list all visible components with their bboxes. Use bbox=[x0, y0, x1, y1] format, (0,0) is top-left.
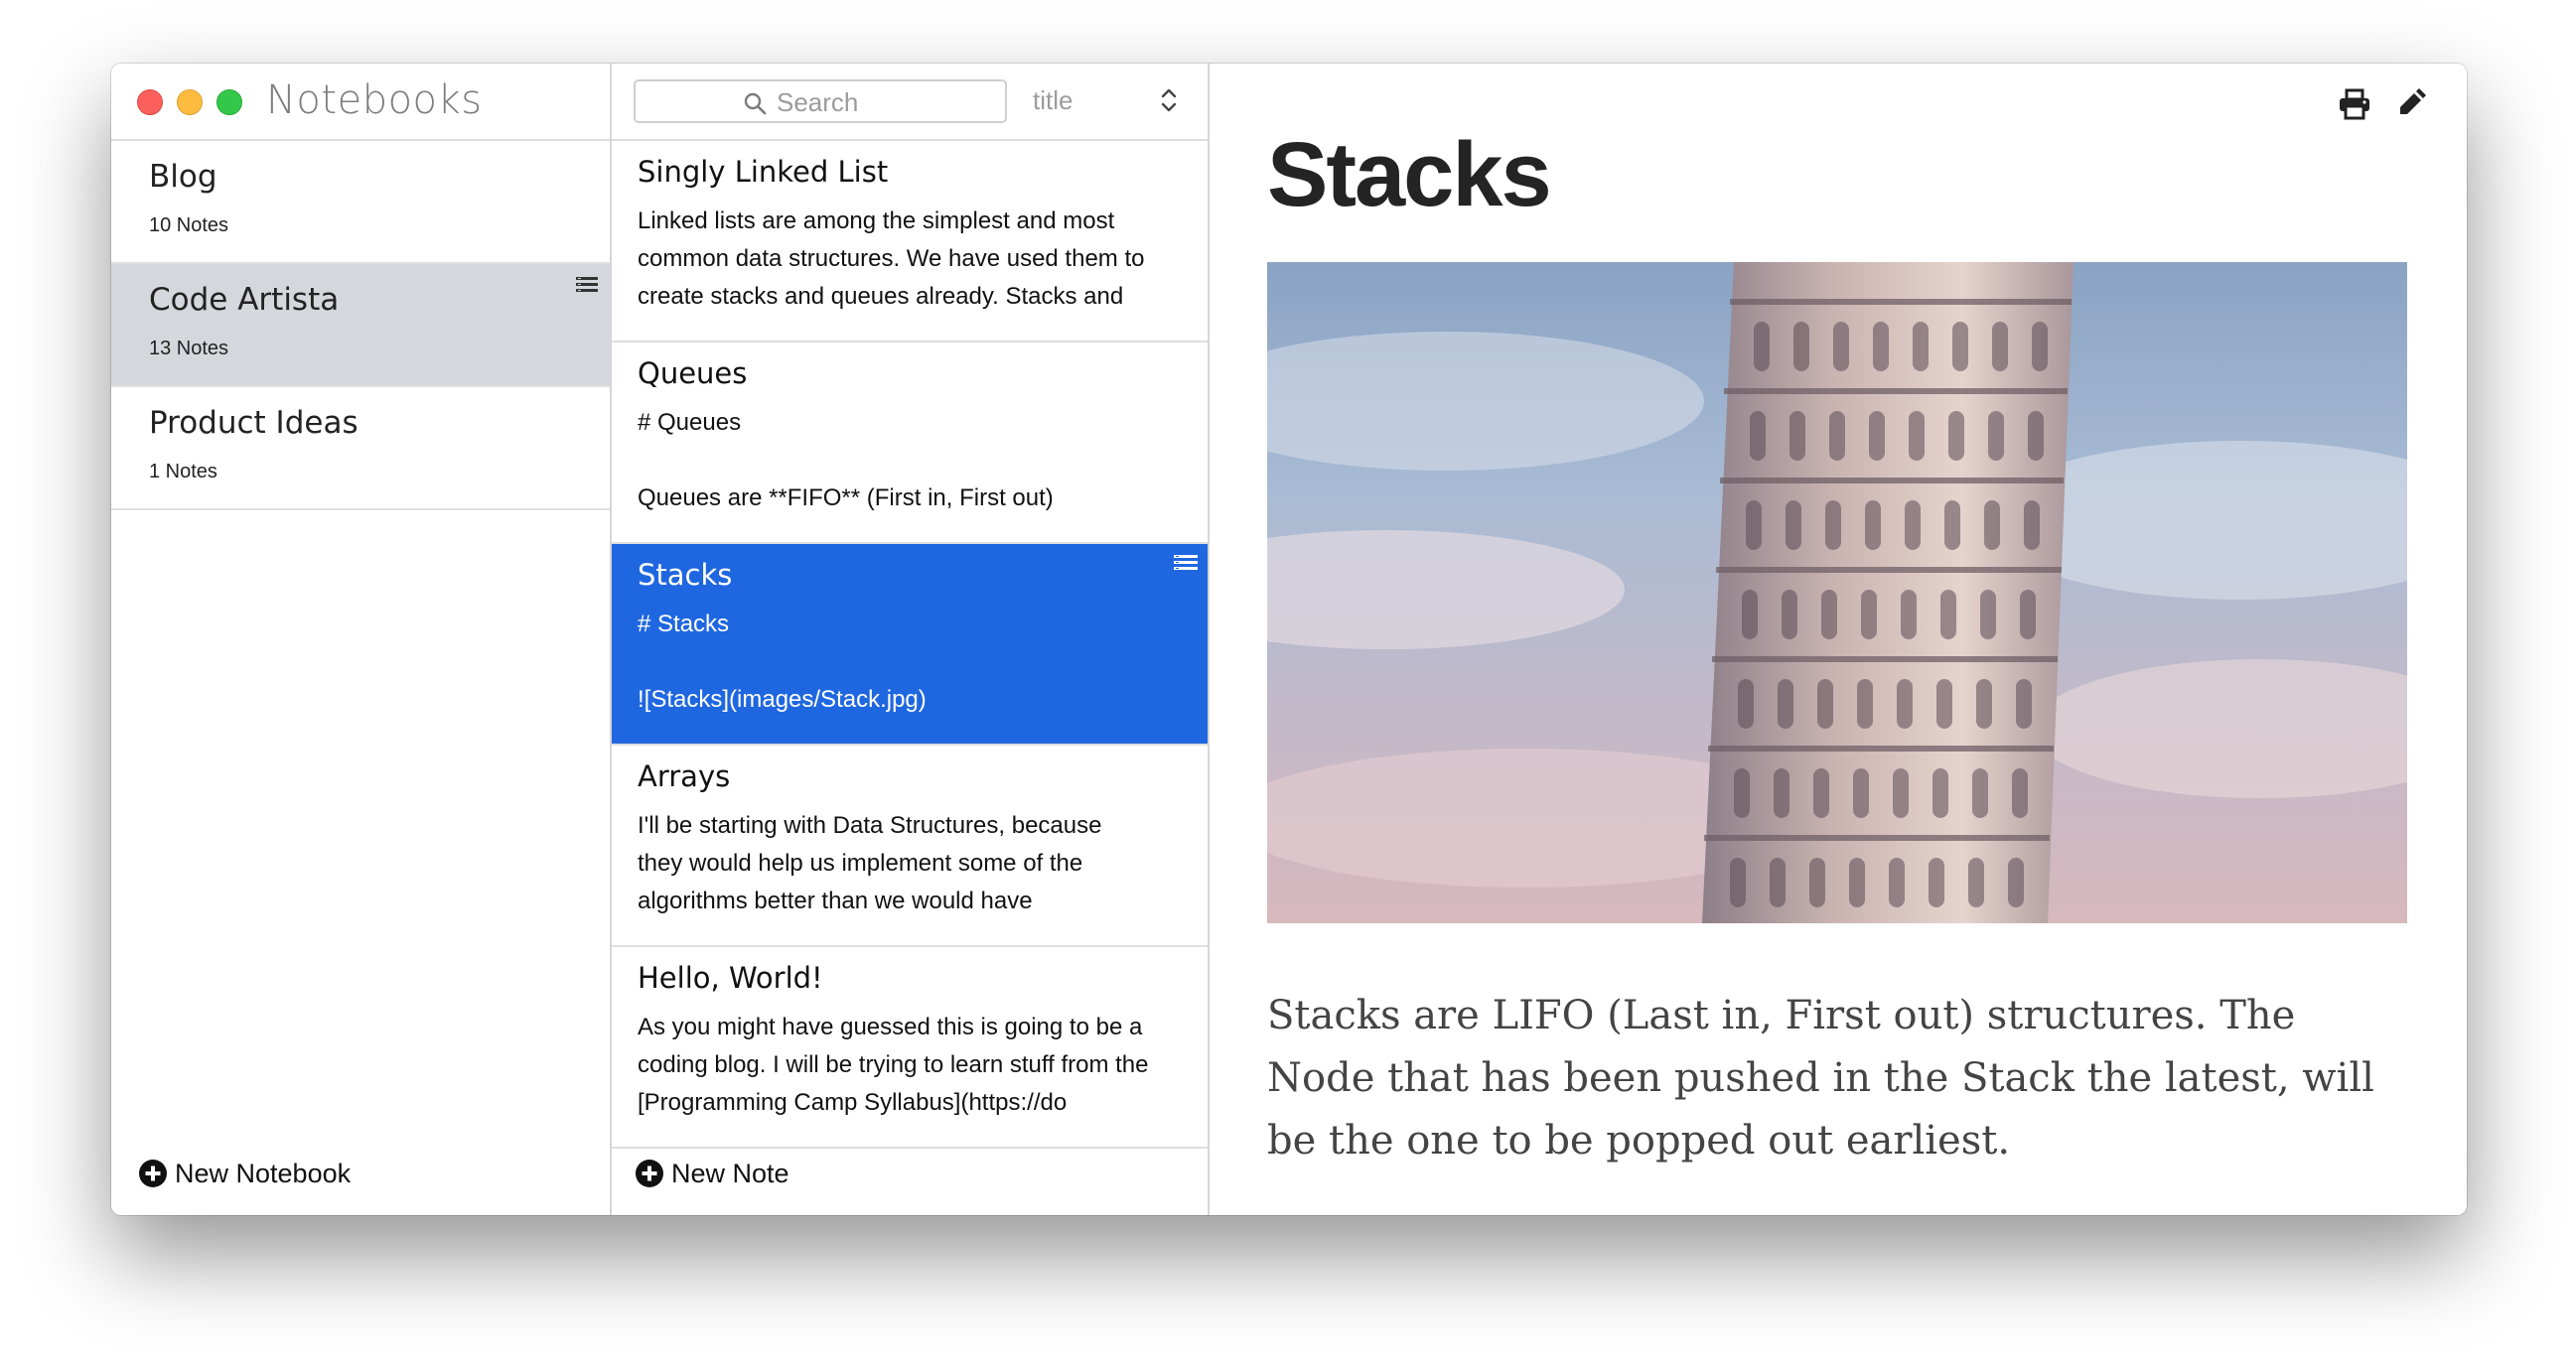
notebook-item-code-artista[interactable]: Code Artista 13 Notes bbox=[111, 264, 610, 387]
note-preview: Linked lists are among the simplest and … bbox=[638, 207, 1145, 310]
document-title: Stacks bbox=[1267, 124, 1552, 225]
search-input[interactable]: Search bbox=[634, 79, 1007, 123]
plus-circle-icon bbox=[139, 1160, 167, 1187]
note-preview: # Queues Queues are **FIFO** (First in, … bbox=[638, 409, 1054, 511]
note-list: Singly Linked List Linked lists are amon… bbox=[612, 141, 1208, 1149]
zoom-window-button[interactable] bbox=[216, 89, 242, 115]
notebook-name: Blog bbox=[149, 159, 217, 195]
leaning-tower-photo bbox=[1267, 262, 2407, 923]
note-preview: As you might have guessed this is going … bbox=[638, 1014, 1149, 1116]
note-title: Stacks bbox=[638, 558, 733, 592]
sort-value: title bbox=[1033, 85, 1073, 115]
minimize-window-button[interactable] bbox=[177, 89, 203, 115]
new-notebook-label: New Notebook bbox=[175, 1158, 352, 1188]
window-title: Notebooks bbox=[266, 77, 483, 123]
new-note-label: New Note bbox=[671, 1158, 789, 1188]
note-item[interactable]: Singly Linked List Linked lists are amon… bbox=[612, 141, 1208, 343]
close-window-button[interactable] bbox=[137, 89, 163, 115]
note-title: Singly Linked List bbox=[638, 155, 889, 189]
search-icon bbox=[744, 92, 767, 114]
new-notebook-button[interactable]: New Notebook bbox=[139, 1154, 351, 1193]
search-placeholder: Search bbox=[777, 87, 859, 117]
titlebar: Notebooks bbox=[111, 64, 610, 141]
note-preview: I'll be starting with Data Structures, b… bbox=[638, 812, 1102, 914]
note-item-selected[interactable]: Stacks # Stacks ![Stacks](images/Stack.j… bbox=[612, 544, 1208, 746]
pencil-icon[interactable] bbox=[2395, 85, 2429, 119]
notebook-name: Product Ideas bbox=[149, 405, 358, 441]
notebook-list: Blog 10 Notes Code Artista 13 Notes Prod… bbox=[111, 141, 610, 510]
printer-icon[interactable] bbox=[2338, 87, 2371, 121]
note-title: Arrays bbox=[638, 759, 731, 793]
new-note-button[interactable]: New Note bbox=[636, 1154, 789, 1193]
note-item[interactable]: Hello, World! As you might have guessed … bbox=[612, 947, 1208, 1149]
notes-pane: Search title Singly Linked List Linked l… bbox=[612, 64, 1210, 1215]
notebook-item-blog[interactable]: Blog 10 Notes bbox=[111, 141, 610, 264]
document-body: Stacks are LIFO (Last in, First out) str… bbox=[1267, 993, 2374, 1164]
note-title: Hello, World! bbox=[638, 961, 823, 995]
notebook-name: Code Artista bbox=[149, 282, 340, 318]
notebook-note-count: 13 Notes bbox=[149, 338, 229, 359]
note-viewer: Stacks Stacks are LIFO (Last in, First o… bbox=[1210, 64, 2467, 1215]
notes-toolbar: Search title bbox=[612, 64, 1208, 141]
notebook-note-count: 1 Notes bbox=[149, 461, 217, 482]
notebooks-pane: Notebooks Blog 10 Notes Code Artista 13 … bbox=[111, 64, 612, 1215]
note-item[interactable]: Arrays I'll be starting with Data Struct… bbox=[612, 746, 1208, 947]
plus-circle-icon bbox=[636, 1160, 663, 1187]
app-window: Notebooks Blog 10 Notes Code Artista 13 … bbox=[111, 64, 2467, 1215]
updown-chevron-icon bbox=[1161, 88, 1177, 112]
sort-select[interactable]: title bbox=[1033, 81, 1192, 121]
note-item[interactable]: Queues # Queues Queues are **FIFO** (Fir… bbox=[612, 343, 1208, 544]
list-menu-icon[interactable] bbox=[1174, 554, 1198, 572]
list-menu-icon[interactable] bbox=[576, 276, 598, 294]
notebook-note-count: 10 Notes bbox=[149, 214, 229, 236]
note-title: Queues bbox=[638, 356, 748, 390]
notebook-item-product-ideas[interactable]: Product Ideas 1 Notes bbox=[111, 387, 610, 510]
note-preview: # Stacks ![Stacks](images/Stack.jpg) bbox=[638, 611, 927, 713]
